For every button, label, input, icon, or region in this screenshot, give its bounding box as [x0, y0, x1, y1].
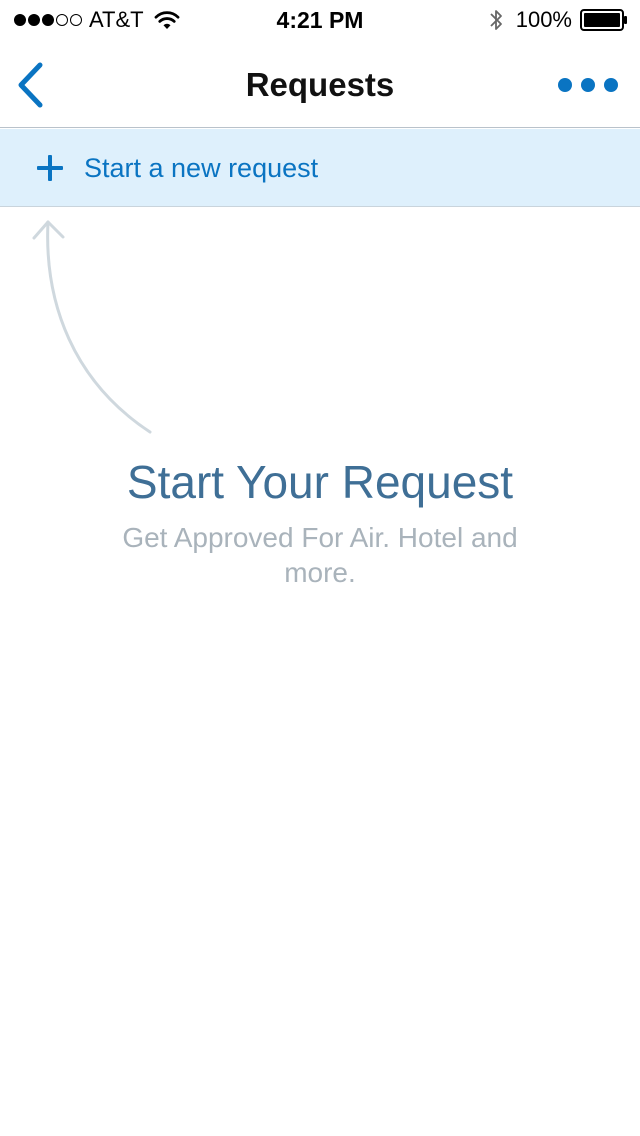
empty-state-title: Start Your Request — [126, 456, 514, 508]
battery-icon — [580, 9, 627, 31]
more-options-button[interactable] — [558, 72, 618, 98]
battery-percent: 100% — [515, 7, 572, 32]
more-dot — [604, 78, 618, 92]
navigation-bar: Requests — [0, 40, 640, 128]
status-right: 100% — [488, 7, 628, 33]
start-new-request-button[interactable]: Start a new request — [0, 129, 640, 207]
status-bar: AT&T 4:21 PM 100% — [0, 0, 640, 40]
curved-arrow-up-icon — [32, 220, 152, 434]
page-title: Requests — [245, 66, 395, 103]
start-new-request-label: Start a new request — [84, 152, 319, 183]
bluetooth-icon — [490, 10, 502, 30]
plus-icon — [37, 154, 63, 181]
empty-state-subtitle: Get Approved For Air. Hotel and more. — [122, 522, 518, 588]
requests-screen: AT&T 4:21 PM 100% Requests Start a new r… — [0, 0, 640, 1136]
more-dot — [581, 78, 595, 92]
more-dot — [558, 78, 572, 92]
